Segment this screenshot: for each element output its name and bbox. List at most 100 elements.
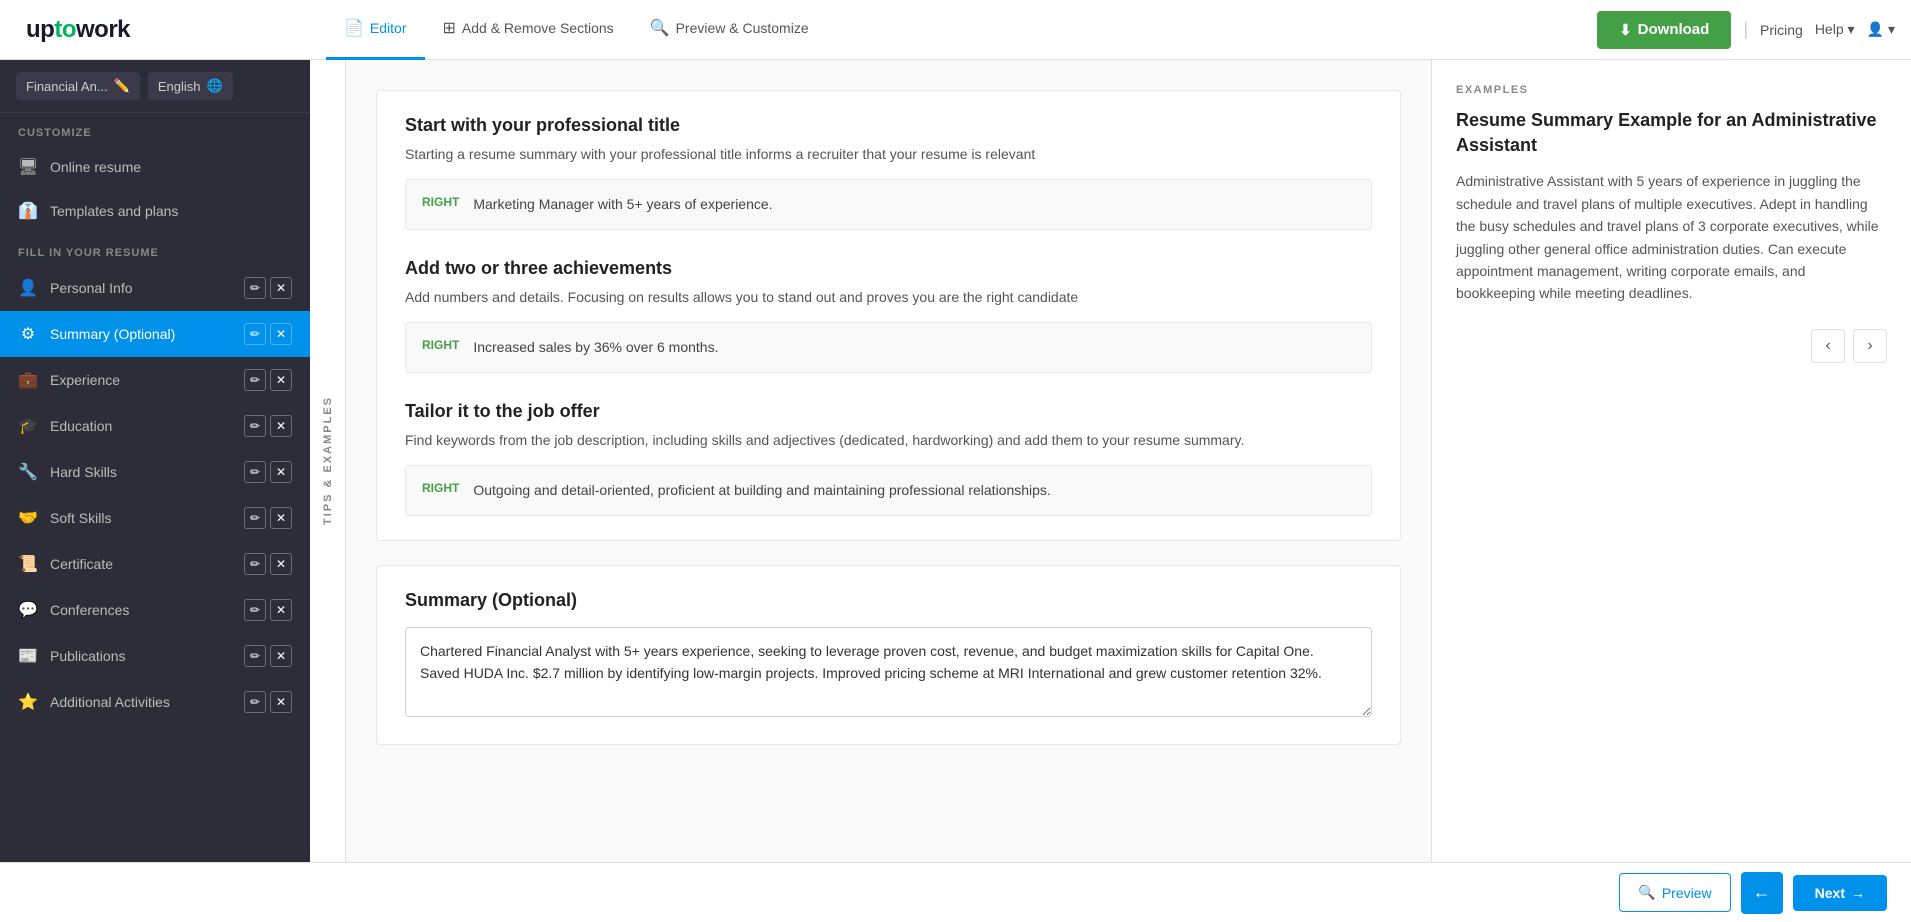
file-badge[interactable]: Financial An... ✏️ <box>16 72 140 100</box>
tip-example-2: RIGHT Increased sales by 36% over 6 mont… <box>405 322 1372 373</box>
summary-delete-btn[interactable]: ✕ <box>270 323 292 345</box>
summary-textarea[interactable] <box>405 627 1372 717</box>
conferences-edit-btn[interactable]: ✏ <box>244 599 266 621</box>
conferences-actions: ✏ ✕ <box>244 599 292 621</box>
tips-label: TIPS & EXAMPLES <box>322 396 334 525</box>
sidebar-item-hard-skills[interactable]: 🔧 Hard Skills ✏ ✕ <box>0 449 310 495</box>
education-label: Education <box>50 418 232 434</box>
tip-example-text-1: Marketing Manager with 5+ years of exper… <box>473 194 772 215</box>
personal-info-edit-btn[interactable]: ✏ <box>244 277 266 299</box>
summary-label: Summary (Optional) <box>50 326 232 342</box>
personal-info-icon: 👤 <box>18 278 38 298</box>
tip-desc-1: Starting a resume summary with your prof… <box>405 144 1372 165</box>
tip-block-3: Tailor it to the job offer Find keywords… <box>405 401 1372 516</box>
certificate-icon: 📜 <box>18 554 38 574</box>
preview-button[interactable]: 🔍 Preview <box>1619 873 1730 912</box>
education-edit-btn[interactable]: ✏ <box>244 415 266 437</box>
tab-preview-label: Preview & Customize <box>676 20 809 36</box>
certificate-edit-btn[interactable]: ✏ <box>244 553 266 575</box>
tab-editor[interactable]: 📄 Editor <box>326 0 425 60</box>
tip-block-2: Add two or three achievements Add number… <box>405 258 1372 373</box>
hard-skills-actions: ✏ ✕ <box>244 461 292 483</box>
publications-edit-btn[interactable]: ✏ <box>244 645 266 667</box>
conferences-delete-btn[interactable]: ✕ <box>270 599 292 621</box>
sidebar-item-education[interactable]: 🎓 Education ✏ ✕ <box>0 403 310 449</box>
sidebar-item-summary[interactable]: ⚙ Summary (Optional) ✏ ✕ <box>0 311 310 357</box>
personal-info-actions: ✏ ✕ <box>244 277 292 299</box>
experience-icon: 💼 <box>18 370 38 390</box>
hard-skills-label: Hard Skills <box>50 464 232 480</box>
examples-label: EXAMPLES <box>1456 84 1887 96</box>
tab-preview-customize[interactable]: 🔍 Preview & Customize <box>632 0 827 60</box>
next-button[interactable]: Next → <box>1793 875 1887 911</box>
globe-icon: 🌐 <box>206 78 222 94</box>
conferences-label: Conferences <box>50 602 232 618</box>
publications-delete-btn[interactable]: ✕ <box>270 645 292 667</box>
sidebar-item-templates-plans[interactable]: 👔 Templates and plans <box>0 189 310 233</box>
tip-example-text-2: Increased sales by 36% over 6 months. <box>473 337 718 358</box>
experience-label: Experience <box>50 372 232 388</box>
experience-delete-btn[interactable]: ✕ <box>270 369 292 391</box>
publications-icon: 📰 <box>18 646 38 666</box>
user-menu[interactable]: 👤 ▾ <box>1867 21 1895 38</box>
summary-form-title: Summary (Optional) <box>405 590 1372 611</box>
soft-skills-delete-btn[interactable]: ✕ <box>270 507 292 529</box>
education-delete-btn[interactable]: ✕ <box>270 415 292 437</box>
help-label: Help <box>1815 21 1844 37</box>
lang-badge[interactable]: English 🌐 <box>148 72 233 100</box>
hard-skills-edit-btn[interactable]: ✏ <box>244 461 266 483</box>
tab-add-remove[interactable]: ⊞ Add & Remove Sections <box>425 0 632 60</box>
header-separator: | <box>1743 19 1748 40</box>
soft-skills-edit-btn[interactable]: ✏ <box>244 507 266 529</box>
sidebar-item-personal-info[interactable]: 👤 Personal Info ✏ ✕ <box>0 265 310 311</box>
tips-panel: TIPS & EXAMPLES <box>310 60 346 862</box>
sidebar-item-conferences[interactable]: 💬 Conferences ✏ ✕ <box>0 587 310 633</box>
summary-edit-btn[interactable]: ✏ <box>244 323 266 345</box>
footer: 🔍 Preview ← Next → <box>0 862 1911 922</box>
pricing-link[interactable]: Pricing <box>1760 22 1803 38</box>
additional-activities-actions: ✏ ✕ <box>244 691 292 713</box>
download-icon: ⬇ <box>1619 21 1632 39</box>
examples-prev-btn[interactable]: ‹ <box>1811 329 1845 363</box>
personal-info-delete-btn[interactable]: ✕ <box>270 277 292 299</box>
examples-next-btn[interactable]: › <box>1853 329 1887 363</box>
tip-title-3: Tailor it to the job offer <box>405 401 1372 422</box>
sidebar-item-additional-activities[interactable]: ⭐ Additional Activities ✏ ✕ <box>0 679 310 725</box>
download-button[interactable]: ⬇ Download <box>1597 11 1731 49</box>
sidebar-item-online-resume[interactable]: 🖥 Online resume <box>0 145 310 189</box>
additional-activities-label: Additional Activities <box>50 694 232 710</box>
tip-example-3: RIGHT Outgoing and detail-oriented, prof… <box>405 465 1372 516</box>
back-button[interactable]: ← <box>1741 872 1783 914</box>
sidebar-item-publications[interactable]: 📰 Publications ✏ ✕ <box>0 633 310 679</box>
soft-skills-label: Soft Skills <box>50 510 232 526</box>
tip-example-label-1: RIGHT <box>422 195 459 209</box>
summary-form-section: Summary (Optional) <box>376 565 1401 745</box>
certificate-delete-btn[interactable]: ✕ <box>270 553 292 575</box>
additional-activities-edit-btn[interactable]: ✏ <box>244 691 266 713</box>
examples-title: Resume Summary Example for an Administra… <box>1456 108 1887 158</box>
tips-section: Start with your professional title Start… <box>376 90 1401 541</box>
sidebar-top: Financial An... ✏️ English 🌐 <box>0 60 310 113</box>
help-link[interactable]: Help ▾ <box>1815 21 1855 38</box>
tab-editor-label: Editor <box>370 20 407 36</box>
sidebar-item-certificate[interactable]: 📜 Certificate ✏ ✕ <box>0 541 310 587</box>
tip-title-2: Add two or three achievements <box>405 258 1372 279</box>
editor-main: Start with your professional title Start… <box>346 60 1431 862</box>
additional-activities-delete-btn[interactable]: ✕ <box>270 691 292 713</box>
experience-edit-btn[interactable]: ✏ <box>244 369 266 391</box>
download-label: Download <box>1638 21 1710 38</box>
main-layout: Financial An... ✏️ English 🌐 CUSTOMIZE 🖥… <box>0 60 1911 862</box>
examples-panel: EXAMPLES Resume Summary Example for an A… <box>1431 60 1911 862</box>
templates-label: Templates and plans <box>50 203 292 219</box>
sidebar-item-soft-skills[interactable]: 🤝 Soft Skills ✏ ✕ <box>0 495 310 541</box>
sidebar-item-experience[interactable]: 💼 Experience ✏ ✕ <box>0 357 310 403</box>
logo: uptowork <box>16 16 326 44</box>
tip-title-1: Start with your professional title <box>405 115 1372 136</box>
next-label: Next <box>1815 885 1845 901</box>
summary-actions: ✏ ✕ <box>244 323 292 345</box>
examples-text: Administrative Assistant with 5 years of… <box>1456 170 1887 304</box>
hard-skills-delete-btn[interactable]: ✕ <box>270 461 292 483</box>
soft-skills-icon: 🤝 <box>18 508 38 528</box>
sidebar: Financial An... ✏️ English 🌐 CUSTOMIZE 🖥… <box>0 60 310 862</box>
tip-example-label-3: RIGHT <box>422 481 459 495</box>
